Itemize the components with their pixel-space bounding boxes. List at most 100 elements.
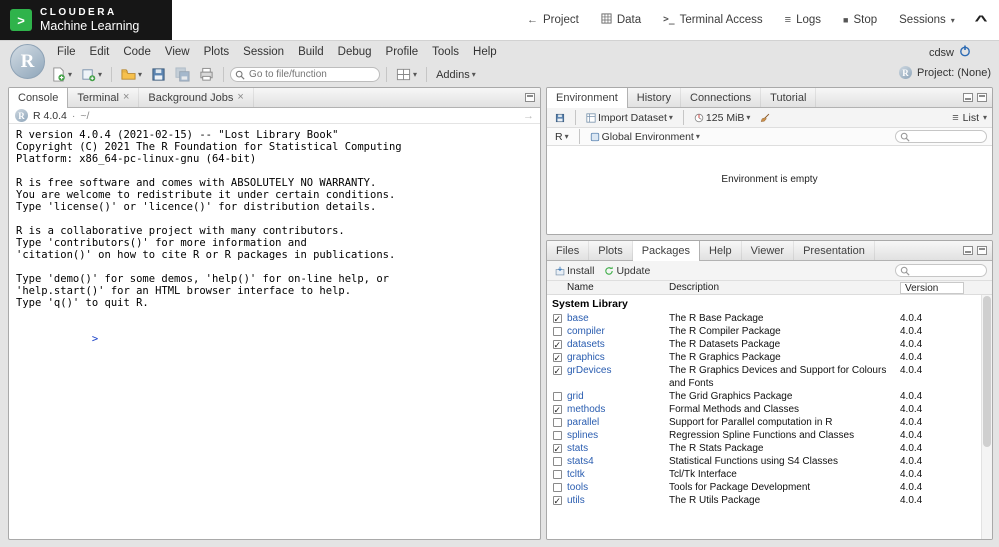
package-name-link[interactable]: grDevices: [567, 364, 669, 377]
package-loaded-checkbox[interactable]: ✓: [547, 312, 567, 323]
save-button[interactable]: [148, 66, 169, 83]
menu-item[interactable]: Tools: [425, 46, 466, 58]
package-name-link[interactable]: methods: [567, 403, 669, 416]
column-version[interactable]: Version: [900, 282, 964, 294]
tab[interactable]: Tutorial: [761, 88, 816, 107]
tab[interactable]: Terminal ×: [68, 88, 139, 107]
package-name-link[interactable]: grid: [567, 390, 669, 403]
close-icon[interactable]: ×: [123, 92, 129, 103]
column-description[interactable]: Description: [669, 282, 900, 293]
open-file-button[interactable]: ▾: [118, 66, 145, 83]
scrollbar-thumb[interactable]: [983, 296, 991, 447]
new-file-button[interactable]: ▾: [48, 66, 75, 83]
minimize-icon[interactable]: [963, 246, 973, 255]
maximize-icon[interactable]: [977, 246, 987, 255]
nav-terminal-access[interactable]: >_ Terminal Access: [663, 14, 763, 26]
nav-logs[interactable]: ≡ Logs: [785, 14, 821, 26]
menu-item[interactable]: View: [158, 46, 197, 58]
update-button[interactable]: Update: [601, 264, 653, 278]
column-name[interactable]: Name: [567, 282, 669, 293]
new-project-button[interactable]: ▾: [78, 66, 105, 83]
environment-body[interactable]: Environment is empty: [547, 146, 992, 234]
package-name-link[interactable]: datasets: [567, 338, 669, 351]
tab[interactable]: Background Jobs ×: [139, 88, 253, 107]
tab[interactable]: Presentation: [794, 241, 875, 260]
tab[interactable]: Viewer: [742, 241, 794, 260]
addins-button[interactable]: Addins ▾: [433, 68, 479, 82]
package-name-link[interactable]: parallel: [567, 416, 669, 429]
install-button[interactable]: Install: [552, 264, 597, 278]
menu-item[interactable]: Plots: [197, 46, 237, 58]
save-all-button[interactable]: [172, 66, 193, 83]
brand-product: Machine Learning: [40, 19, 139, 33]
collapse-topbar-button[interactable]: ^: [974, 12, 987, 28]
menu-item[interactable]: Session: [236, 46, 291, 58]
maximize-icon[interactable]: [977, 93, 987, 102]
working-directory[interactable]: ~/: [80, 110, 89, 122]
maximize-icon[interactable]: [525, 93, 535, 102]
package-loaded-checkbox[interactable]: ✓: [547, 403, 567, 414]
env-view-group: ≡ List ▾: [952, 112, 987, 124]
nav-sessions[interactable]: Sessions ▾: [899, 14, 955, 26]
list-view-label[interactable]: List: [963, 112, 979, 124]
package-loaded-checkbox[interactable]: ✓: [547, 390, 567, 401]
menu-item[interactable]: Profile: [379, 46, 426, 58]
package-loaded-checkbox[interactable]: ✓: [547, 338, 567, 349]
sign-out-icon[interactable]: [959, 45, 971, 60]
save-workspace-button[interactable]: [552, 112, 568, 124]
package-loaded-checkbox[interactable]: ✓: [547, 481, 567, 492]
environment-scope-selector[interactable]: Global Environment ▾: [587, 130, 703, 144]
package-name-link[interactable]: base: [567, 312, 669, 325]
package-loaded-checkbox[interactable]: ✓: [547, 494, 567, 505]
language-selector[interactable]: R ▾: [552, 130, 572, 144]
package-name-link[interactable]: utils: [567, 494, 669, 507]
package-name-link[interactable]: tcltk: [567, 468, 669, 481]
tab[interactable]: Environment: [547, 88, 628, 108]
package-name-link[interactable]: splines: [567, 429, 669, 442]
user-widget[interactable]: cdsw: [929, 45, 971, 60]
menu-item[interactable]: File: [50, 46, 83, 58]
memory-usage-button[interactable]: 125 MiB ▾: [691, 111, 754, 125]
package-loaded-checkbox[interactable]: ✓: [547, 364, 567, 375]
package-loaded-checkbox[interactable]: ✓: [547, 416, 567, 427]
menu-item[interactable]: Debug: [331, 46, 379, 58]
tab[interactable]: Files: [547, 241, 589, 260]
print-button[interactable]: [196, 66, 217, 83]
close-icon[interactable]: ×: [237, 92, 243, 103]
package-name-link[interactable]: stats4: [567, 455, 669, 468]
package-loaded-checkbox[interactable]: ✓: [547, 468, 567, 479]
package-loaded-checkbox[interactable]: ✓: [547, 351, 567, 362]
tab[interactable]: Console ×: [9, 88, 68, 108]
menu-item[interactable]: Edit: [83, 46, 117, 58]
popout-arrow-icon[interactable]: →: [523, 110, 534, 122]
package-loaded-checkbox[interactable]: ✓: [547, 442, 567, 453]
workspace-panes-button[interactable]: ▾: [393, 66, 420, 83]
language-label: R: [555, 131, 563, 143]
vertical-scrollbar[interactable]: [981, 295, 992, 539]
menu-item[interactable]: Build: [291, 46, 331, 58]
menu-item[interactable]: Code: [116, 46, 158, 58]
nav-stop[interactable]: ■ Stop: [843, 14, 877, 26]
console-output[interactable]: R version 4.0.4 (2021-02-15) -- "Lost Li…: [9, 124, 540, 539]
project-selector[interactable]: R Project: (None): [899, 66, 991, 79]
package-name-link[interactable]: compiler: [567, 325, 669, 338]
import-dataset-button[interactable]: Import Dataset ▾: [583, 111, 676, 125]
minimize-icon[interactable]: [963, 93, 973, 102]
package-name-link[interactable]: tools: [567, 481, 669, 494]
clear-objects-button[interactable]: [757, 112, 773, 124]
packages-search: [895, 264, 987, 277]
goto-file-input[interactable]: [230, 67, 380, 82]
tab[interactable]: Packages: [633, 241, 700, 261]
package-name-link[interactable]: stats: [567, 442, 669, 455]
tab[interactable]: History: [628, 88, 681, 107]
menu-item[interactable]: Help: [466, 46, 504, 58]
package-loaded-checkbox[interactable]: ✓: [547, 429, 567, 440]
tab[interactable]: Plots: [589, 241, 632, 260]
tab[interactable]: Help: [700, 241, 742, 260]
package-name-link[interactable]: graphics: [567, 351, 669, 364]
nav-data[interactable]: Data: [601, 13, 641, 27]
package-loaded-checkbox[interactable]: ✓: [547, 325, 567, 336]
tab[interactable]: Connections: [681, 88, 761, 107]
package-loaded-checkbox[interactable]: ✓: [547, 455, 567, 466]
nav-project[interactable]: ← Project: [527, 14, 579, 26]
